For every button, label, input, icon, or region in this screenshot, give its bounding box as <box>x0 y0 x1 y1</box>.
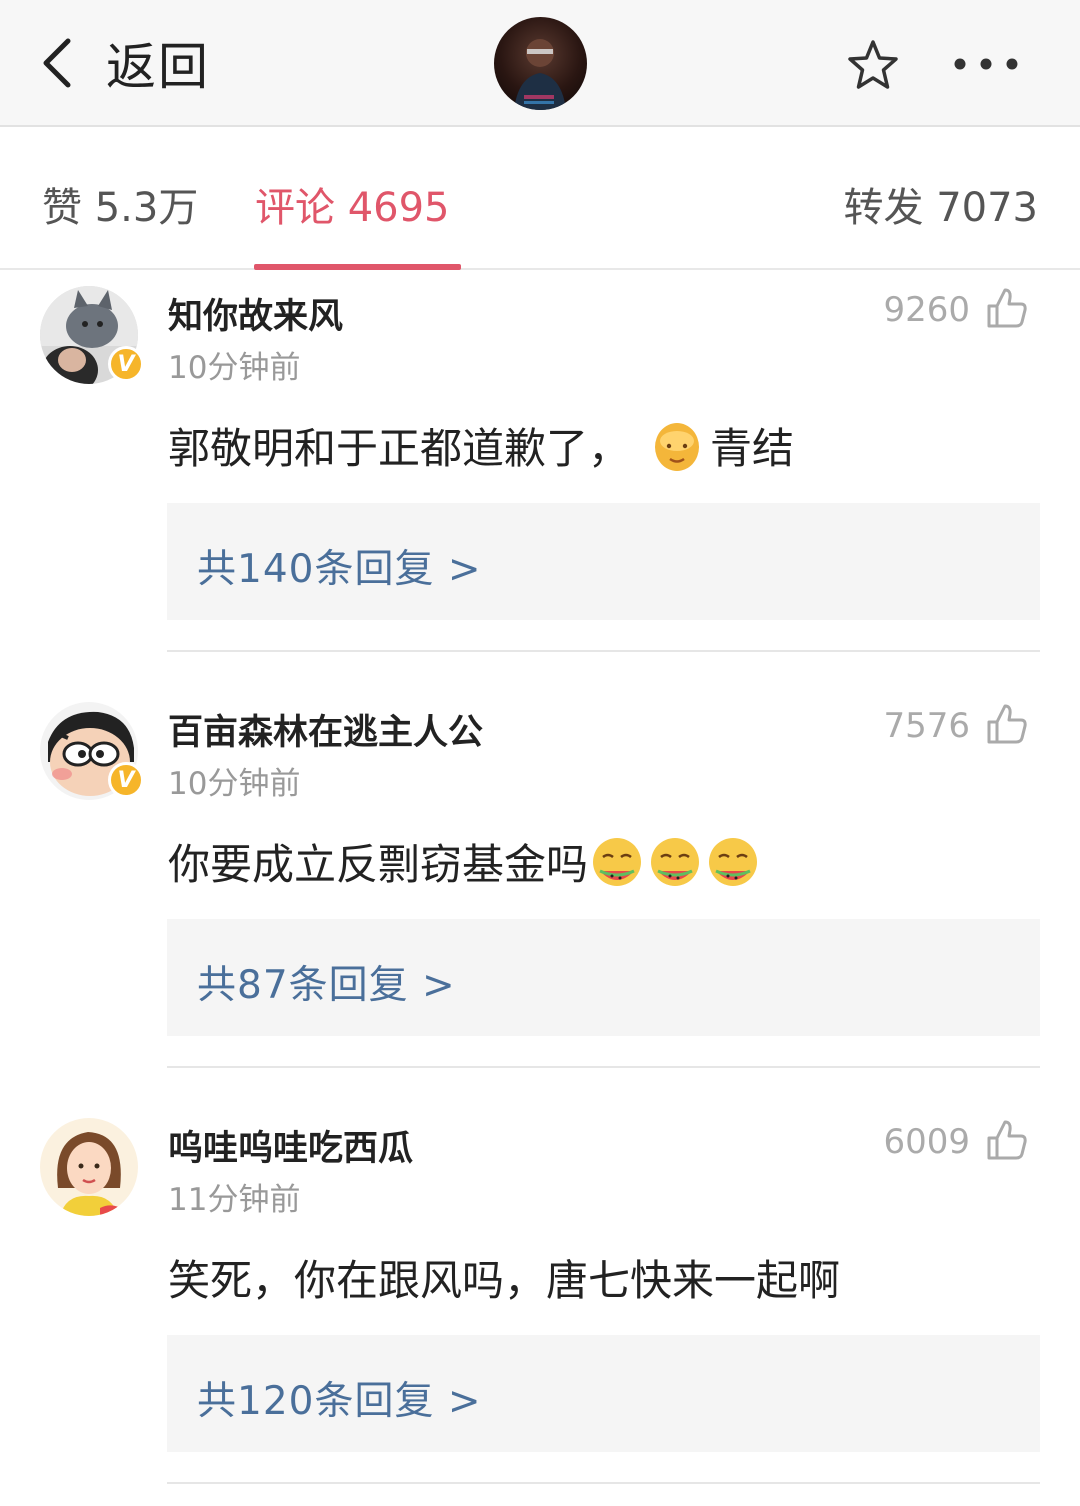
tab-reposts[interactable]: 转发 7073 <box>843 175 1038 233</box>
like-count: 7576 <box>883 706 970 746</box>
divider <box>167 1482 1040 1484</box>
like-count: 6009 <box>883 1122 970 1162</box>
melon-eating-emoji-icon <box>651 837 700 886</box>
username[interactable]: 呜哇呜哇吃西瓜 <box>168 1120 413 1171</box>
chevron-left-icon <box>43 38 71 88</box>
username[interactable]: 百亩森林在逃主人公 <box>168 704 483 755</box>
verified-badge: V <box>108 762 144 798</box>
timestamp: 10分钟前 <box>168 350 301 386</box>
timestamp: 11分钟前 <box>168 1182 301 1218</box>
reply-count-label: 共120条回复 > <box>197 1379 482 1424</box>
back-label: 返回 <box>106 38 210 96</box>
reply-count-label: 共140条回复 > <box>197 547 482 592</box>
face-emoji-icon <box>655 422 700 471</box>
like-count: 9260 <box>883 290 970 330</box>
comment-text: 笑死，你在跟风吗，唐七快来一起啊 <box>168 1256 841 1305</box>
thumbs-up-icon[interactable] <box>985 702 1029 746</box>
tab-likes[interactable]: 赞 5.3万 <box>42 175 198 233</box>
comment-text: 郭敬明和于正都道歉了， 青结 <box>168 415 794 476</box>
divider <box>167 650 1040 652</box>
reply-thread-link[interactable]: 共120条回复 > <box>167 1335 1040 1452</box>
comment-text: 你要成立反剽窃基金吗 <box>168 831 762 892</box>
divider <box>167 1066 1040 1068</box>
avatar[interactable] <box>40 1118 138 1216</box>
timestamp: 10分钟前 <box>168 766 301 802</box>
reply-thread-link[interactable]: 共140条回复 > <box>167 503 1040 620</box>
username[interactable]: 知你故来风 <box>168 288 343 339</box>
more-options-icon[interactable] <box>950 52 1022 76</box>
tab-bar: 赞 5.3万 评论 4695 转发 7073 <box>0 127 1080 270</box>
tab-comments[interactable]: 评论 4695 <box>255 175 450 233</box>
thumbs-up-icon[interactable] <box>985 286 1029 330</box>
author-avatar[interactable] <box>494 17 587 110</box>
active-tab-indicator <box>254 264 461 270</box>
melon-eating-emoji-icon <box>593 837 642 886</box>
thumbs-up-icon[interactable] <box>985 1118 1029 1162</box>
reply-thread-link[interactable]: 共87条回复 > <box>167 919 1040 1036</box>
navigation-bar: 返回 <box>0 0 1080 127</box>
melon-eating-emoji-icon <box>709 837 758 886</box>
verified-badge: V <box>108 346 144 382</box>
reply-count-label: 共87条回复 > <box>197 963 456 1008</box>
back-button[interactable]: 返回 <box>38 28 210 98</box>
star-icon[interactable] <box>845 38 901 94</box>
